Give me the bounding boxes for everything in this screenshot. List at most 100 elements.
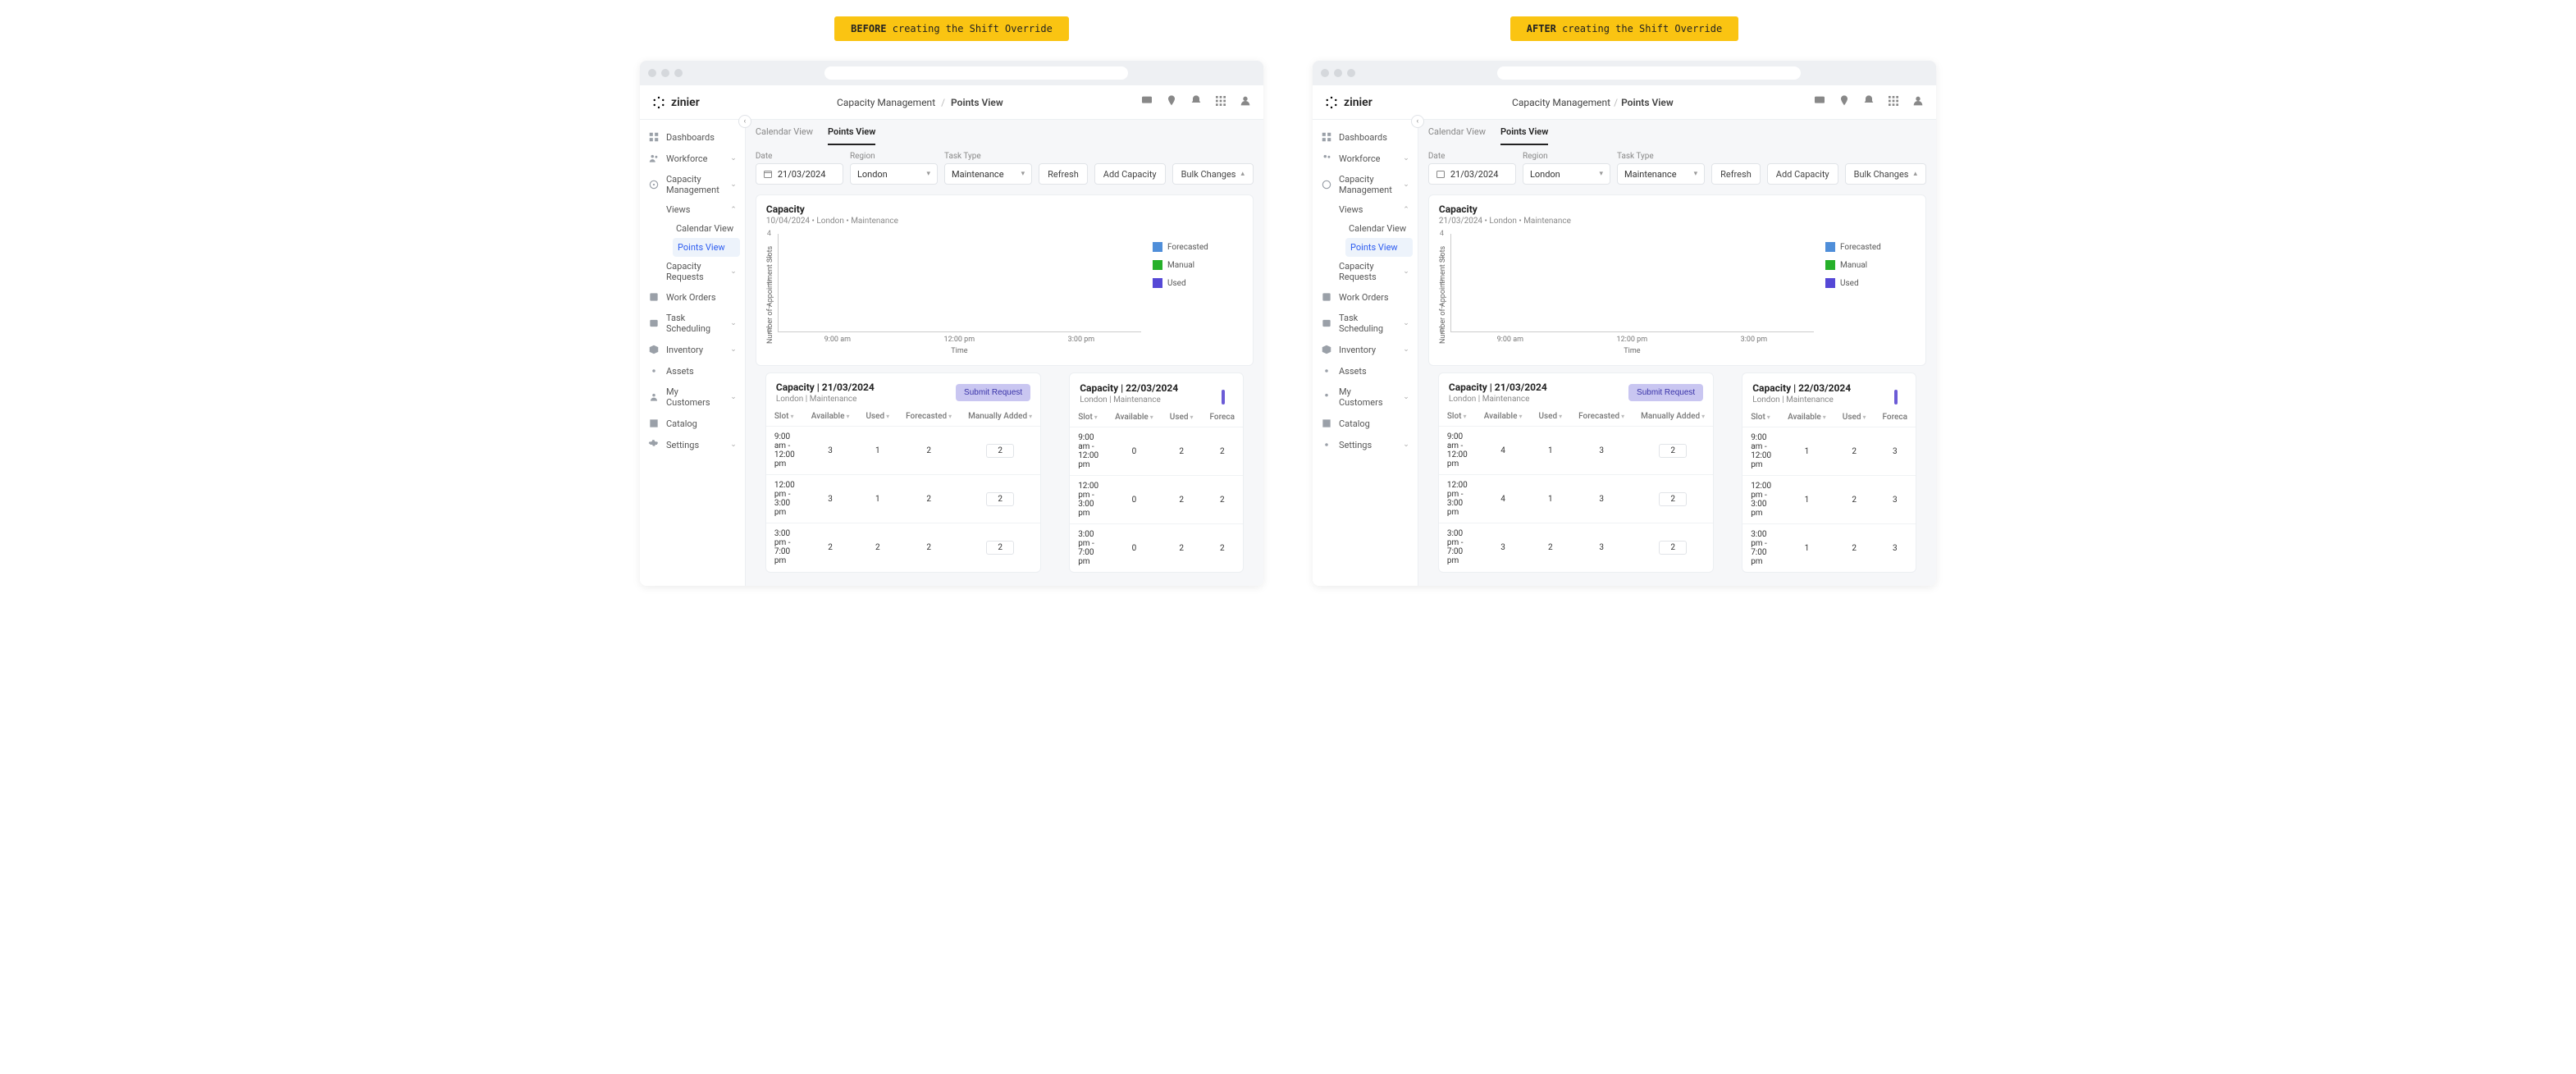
col-slot[interactable]: Slot▾ xyxy=(1070,408,1107,427)
chat-icon[interactable] xyxy=(1140,94,1153,110)
col-forecasted[interactable]: Foreca xyxy=(1875,408,1916,427)
apps-icon[interactable] xyxy=(1214,94,1227,110)
col-available[interactable]: Available▾ xyxy=(1107,408,1162,427)
table-row: 12:00 pm - 3:00 pm4132 xyxy=(1439,475,1713,523)
submit-request-button[interactable]: Submit Request xyxy=(956,384,1030,401)
tab-points-view[interactable]: Points View xyxy=(828,126,875,145)
sidebar-item-capacity-management[interactable]: Capacity Management ⌄ xyxy=(640,169,745,200)
capacity-table-card-primary: Capacity | 21/03/2024 London | Maintenan… xyxy=(765,372,1041,573)
sidebar-item-views[interactable]: Views⌃ xyxy=(1331,200,1418,219)
sidebar-item-catalog[interactable]: Catalog xyxy=(640,413,745,434)
sidebar-item-dashboards[interactable]: Dashboards xyxy=(640,126,745,148)
bell-icon[interactable] xyxy=(1862,94,1875,110)
traffic-close-icon[interactable] xyxy=(648,69,656,77)
col-used[interactable]: Used▾ xyxy=(1162,408,1202,427)
col-used[interactable]: Used▾ xyxy=(857,407,897,427)
sidebar-item-work-orders[interactable]: Work Orders xyxy=(640,286,745,308)
sidebar-item-inventory[interactable]: Inventory ⌄ xyxy=(640,339,745,360)
sidebar-item-dashboards[interactable]: Dashboards xyxy=(1313,126,1418,148)
sidebar-item-work-orders[interactable]: Work Orders xyxy=(1313,286,1418,308)
sidebar-item-capacity-requests[interactable]: Capacity Requests ⌄ xyxy=(658,257,745,286)
sidebar-item-points-view[interactable]: Points View xyxy=(1345,238,1413,257)
sidebar-item-views[interactable]: Views ⌃ xyxy=(658,200,745,219)
manual-input[interactable]: 2 xyxy=(986,492,1014,506)
sidebar-item-catalog[interactable]: Catalog xyxy=(1313,413,1418,434)
address-bar[interactable] xyxy=(1497,66,1801,80)
col-forecasted[interactable]: Forecasted▾ xyxy=(897,407,960,427)
tasktype-select[interactable]: Maintenance▾ xyxy=(1617,163,1705,185)
col-available[interactable]: Available▾ xyxy=(803,407,858,427)
add-capacity-button[interactable]: Add Capacity xyxy=(1094,163,1166,185)
submit-request-button[interactable]: Submit Request xyxy=(1628,384,1703,401)
tab-calendar-view[interactable]: Calendar View xyxy=(1428,126,1486,145)
traffic-max-icon[interactable] xyxy=(674,69,683,77)
col-used[interactable]: Used▾ xyxy=(1834,408,1875,427)
manual-input[interactable]: 2 xyxy=(986,444,1014,458)
sidebar-item-my-customers[interactable]: My Customers⌄ xyxy=(1313,382,1418,413)
bell-icon[interactable] xyxy=(1190,94,1203,110)
col-used[interactable]: Used▾ xyxy=(1530,407,1570,427)
traffic-max-icon[interactable] xyxy=(1347,69,1355,77)
sidebar-item-assets[interactable]: Assets xyxy=(1313,360,1418,382)
manual-input[interactable]: 2 xyxy=(1659,444,1687,458)
bulk-changes-button[interactable]: Bulk Changes▴ xyxy=(1845,163,1926,185)
date-input[interactable]: 21/03/2024 xyxy=(1428,163,1516,185)
user-icon[interactable] xyxy=(1911,94,1925,110)
col-slot[interactable]: Slot▾ xyxy=(1439,407,1476,427)
sidebar-item-workforce[interactable]: Workforce ⌄ xyxy=(640,148,745,169)
sidebar-collapse-icon[interactable]: ‹ xyxy=(738,115,751,128)
col-available[interactable]: Available▾ xyxy=(1779,408,1834,427)
manual-input[interactable]: 2 xyxy=(1659,492,1687,506)
sidebar-item-workforce[interactable]: Workforce⌄ xyxy=(1313,148,1418,169)
refresh-button[interactable]: Refresh xyxy=(1711,163,1761,185)
col-forecasted[interactable]: Forecasted▾ xyxy=(1570,407,1633,427)
bulk-changes-button[interactable]: Bulk Changes ▴ xyxy=(1172,163,1254,185)
app-window-after: zinier Capacity Management/Points View ‹… xyxy=(1313,61,1936,586)
sidebar-item-settings[interactable]: Settings ⌄ xyxy=(640,434,745,455)
region-select[interactable]: London▾ xyxy=(1523,163,1610,185)
col-slot[interactable]: Slot▾ xyxy=(1742,408,1779,427)
date-input[interactable]: 21/03/2024 xyxy=(756,163,843,185)
location-icon[interactable] xyxy=(1165,94,1178,110)
sidebar-item-points-view[interactable]: Points View xyxy=(673,238,740,257)
brand-logo[interactable]: zinier xyxy=(651,95,700,110)
cell-used: 1 xyxy=(1530,427,1570,475)
location-icon[interactable] xyxy=(1838,94,1851,110)
sidebar-collapse-icon[interactable]: ‹ xyxy=(1411,115,1424,128)
table-row: 3:00 pm - 7:00 pm022 xyxy=(1070,524,1243,573)
sidebar-item-assets[interactable]: Assets xyxy=(640,360,745,382)
user-icon[interactable] xyxy=(1239,94,1252,110)
traffic-close-icon[interactable] xyxy=(1321,69,1329,77)
sidebar-label: Catalog xyxy=(666,418,697,429)
sidebar-item-calendar-view[interactable]: Calendar View xyxy=(1341,219,1418,238)
sidebar-item-capacity-management[interactable]: Capacity Management⌄ xyxy=(1313,169,1418,200)
brand-logo[interactable]: zinier xyxy=(1324,95,1372,110)
col-manually-added[interactable]: Manually Added▾ xyxy=(960,407,1040,427)
sidebar-item-task-scheduling[interactable]: Task Scheduling⌄ xyxy=(1313,308,1418,339)
sidebar-item-inventory[interactable]: Inventory⌄ xyxy=(1313,339,1418,360)
address-bar[interactable] xyxy=(824,66,1128,80)
sidebar-item-capacity-requests[interactable]: Capacity Requests⌄ xyxy=(1331,257,1418,286)
traffic-min-icon[interactable] xyxy=(1334,69,1342,77)
refresh-button[interactable]: Refresh xyxy=(1039,163,1088,185)
apps-icon[interactable] xyxy=(1887,94,1900,110)
tasktype-select[interactable]: Maintenance ▾ xyxy=(944,163,1032,185)
sidebar-item-calendar-view[interactable]: Calendar View xyxy=(668,219,745,238)
capacity-chart-card: Capacity 21/03/2024 • London • Maintenan… xyxy=(1428,194,1926,366)
region-select[interactable]: London ▾ xyxy=(850,163,938,185)
col-forecasted[interactable]: Foreca xyxy=(1202,408,1244,427)
sidebar-item-my-customers[interactable]: My Customers ⌄ xyxy=(640,382,745,413)
col-manually-added[interactable]: Manually Added▾ xyxy=(1633,407,1713,427)
manual-input[interactable]: 2 xyxy=(986,541,1014,555)
tab-points-view[interactable]: Points View xyxy=(1500,126,1548,145)
tab-calendar-view[interactable]: Calendar View xyxy=(756,126,813,145)
sidebar-item-settings[interactable]: Settings⌄ xyxy=(1313,434,1418,455)
col-slot[interactable]: Slot▾ xyxy=(766,407,803,427)
manual-input[interactable]: 2 xyxy=(1659,541,1687,555)
tasktype-label: Task Type xyxy=(1617,152,1705,161)
add-capacity-button[interactable]: Add Capacity xyxy=(1767,163,1838,185)
sidebar-item-task-scheduling[interactable]: Task Scheduling ⌄ xyxy=(640,308,745,339)
traffic-min-icon[interactable] xyxy=(661,69,669,77)
col-available[interactable]: Available▾ xyxy=(1476,407,1531,427)
chat-icon[interactable] xyxy=(1813,94,1826,110)
